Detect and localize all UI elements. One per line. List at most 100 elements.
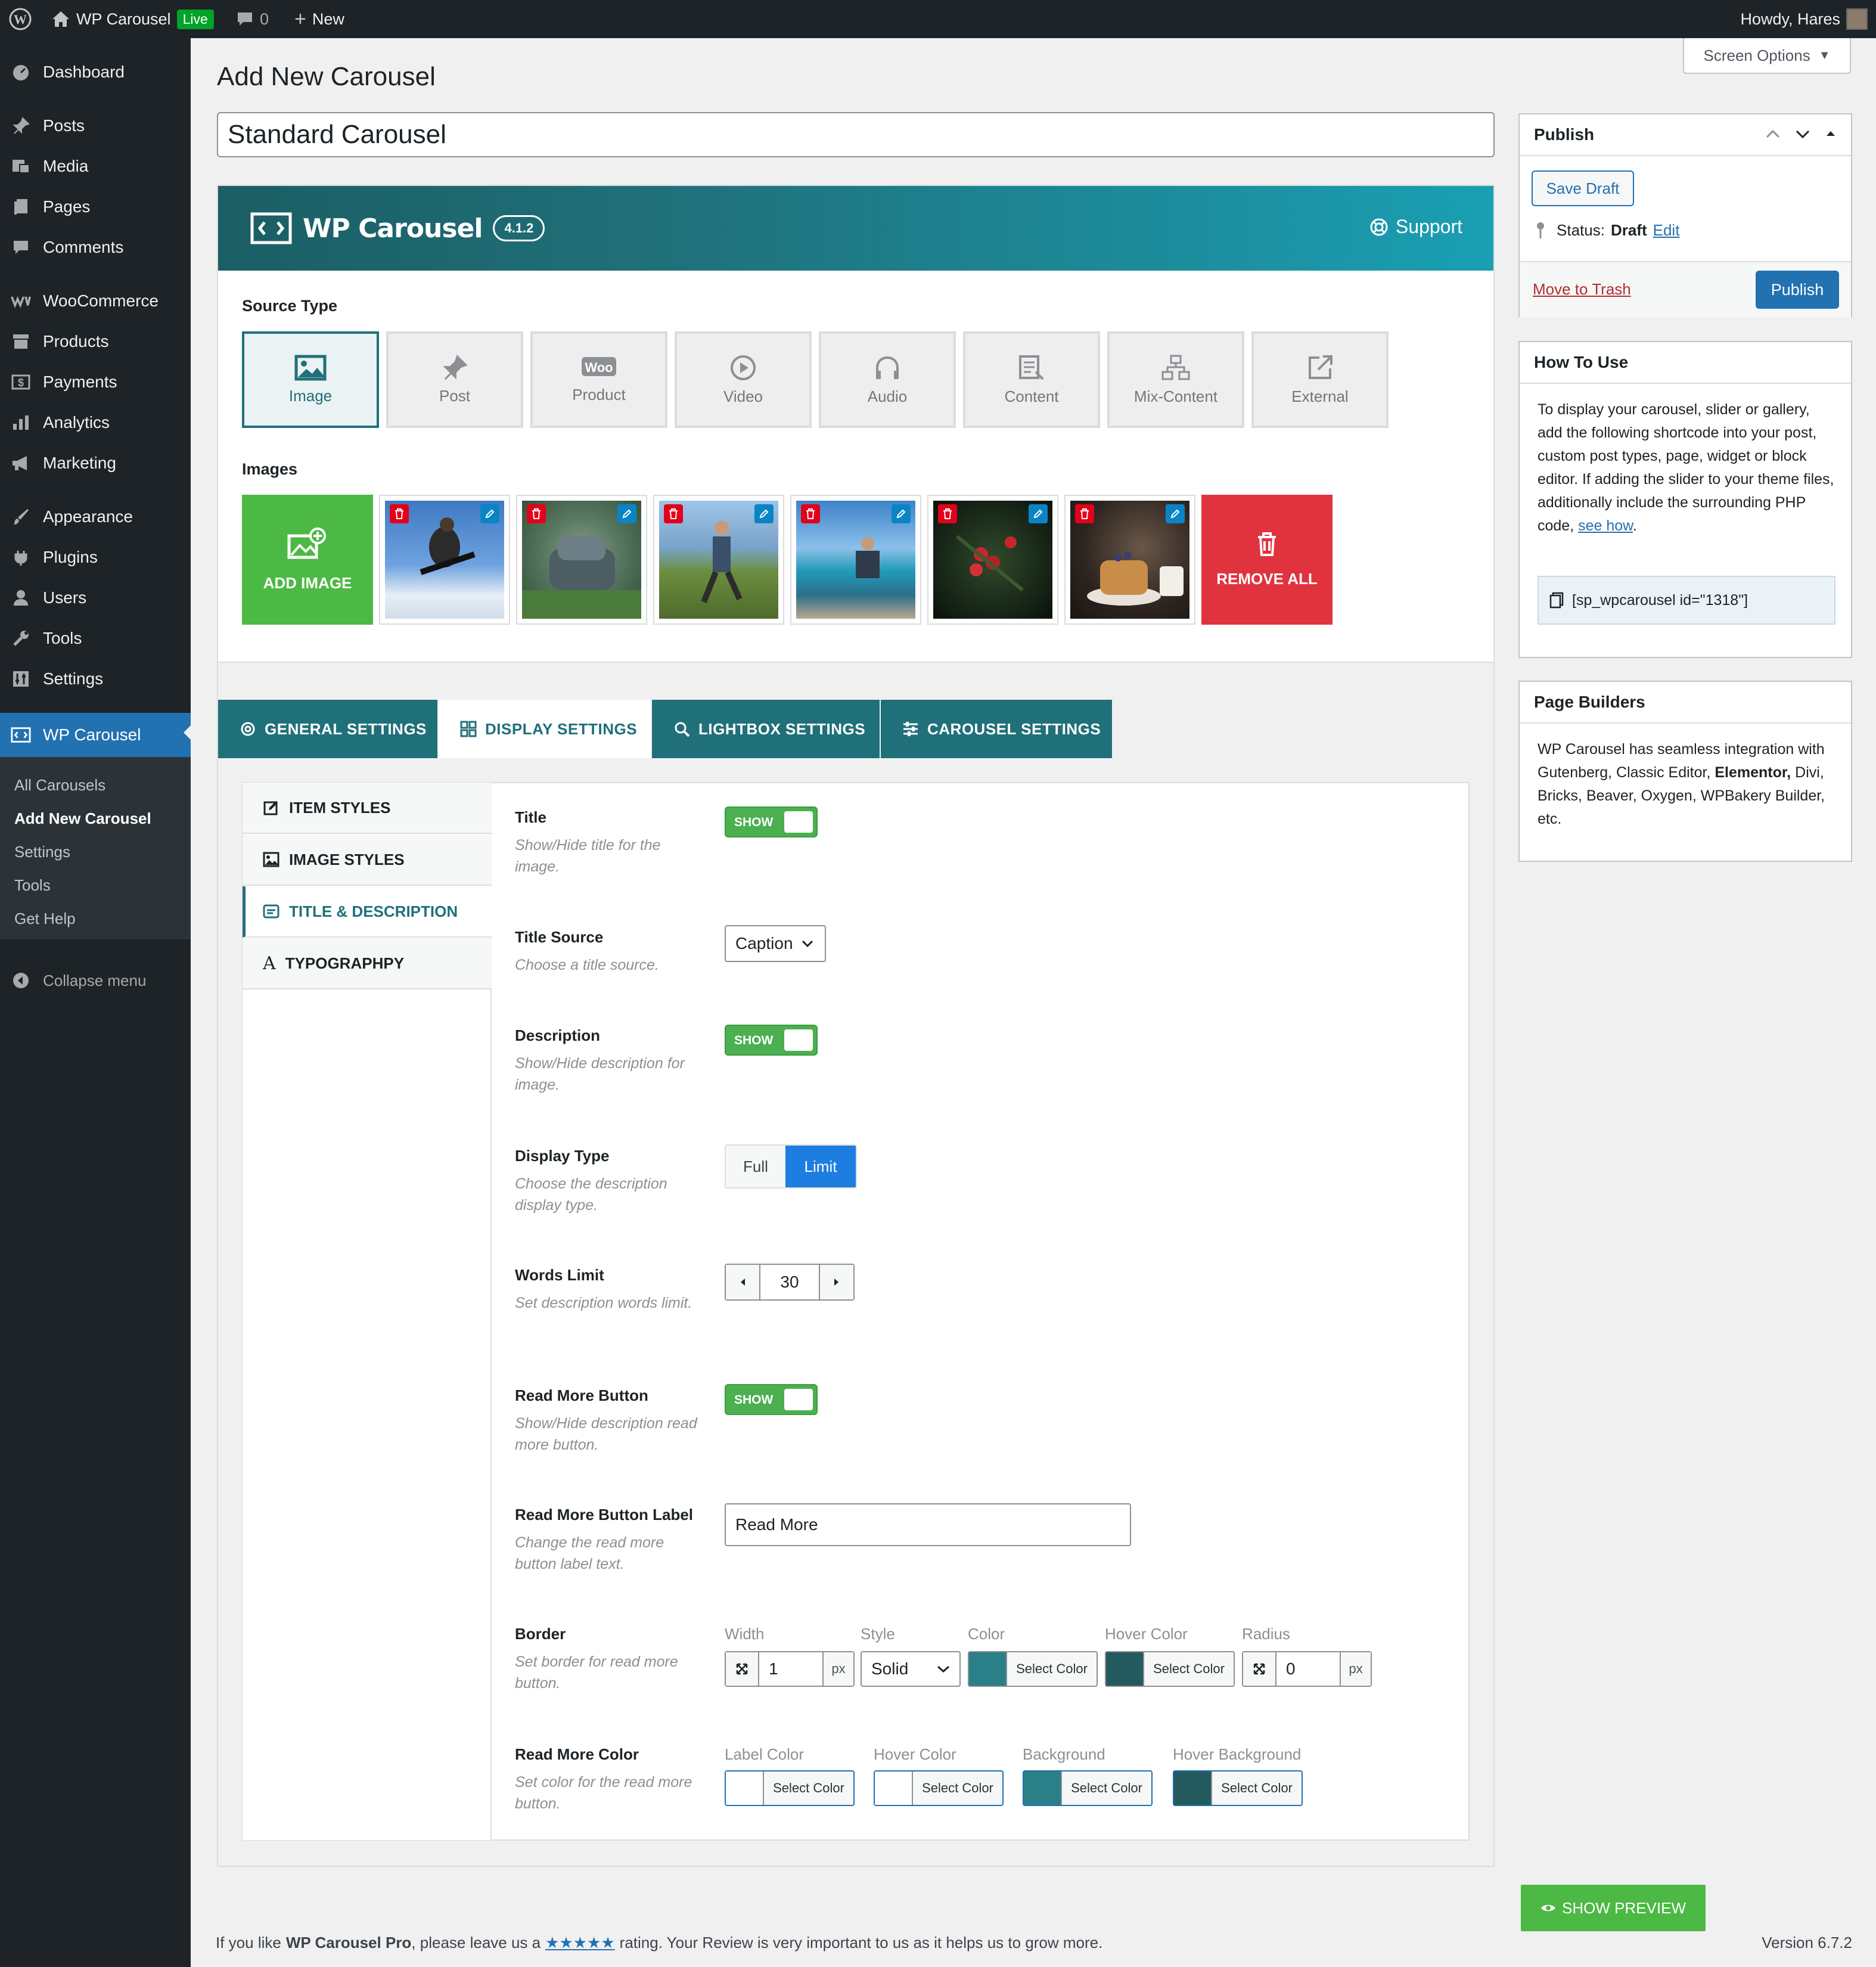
edit-image-icon[interactable] [1029,504,1048,523]
menu-dashboard[interactable]: Dashboard [0,52,191,92]
subtab-image-styles[interactable]: IMAGE STYLES [243,834,492,886]
page-title: Add New Carousel [217,62,436,91]
border-width-input[interactable]: 1 px [725,1651,855,1687]
delete-image-icon[interactable] [801,504,820,523]
image-thumbnail[interactable] [927,495,1058,625]
menu-comments[interactable]: Comments [0,228,191,267]
menu-appearance[interactable]: Appearance [0,497,191,536]
source-post-option[interactable]: Post [386,331,523,428]
remove-all-button[interactable]: REMOVE ALL [1201,495,1333,625]
screen-options-button[interactable]: Screen Options ▼ [1683,38,1851,74]
words-limit-input[interactable]: 30 [760,1265,819,1299]
add-image-button[interactable]: ADD IMAGE [242,495,373,625]
menu-plugins[interactable]: Plugins [0,538,191,577]
rating-stars-link[interactable]: ★★★★★ [545,1934,615,1952]
background-color-picker[interactable]: Select Color [1023,1770,1153,1806]
hover-color-picker[interactable]: Select Color [874,1770,1004,1806]
menu-marketing[interactable]: Marketing [0,443,191,483]
decrement-button[interactable] [726,1265,760,1299]
source-video-option[interactable]: Video [675,331,812,428]
menu-woocommerce[interactable]: WooCommerce [0,281,191,321]
caret-up-icon[interactable] [1825,126,1837,142]
edit-image-icon[interactable] [892,504,911,523]
border-radius-input[interactable]: 0 px [1242,1651,1372,1687]
title-source-select[interactable]: Caption [725,925,826,962]
source-external-option[interactable]: External [1251,331,1389,428]
tab-display-settings[interactable]: DISPLAY SETTINGS [439,700,651,758]
see-how-link[interactable]: see how [1578,517,1633,534]
menu-posts[interactable]: Posts [0,106,191,145]
tab-lightbox-settings[interactable]: LIGHTBOX SETTINGS [652,700,880,758]
image-thumbnail[interactable] [379,495,510,625]
site-name-link[interactable]: WP Carousel Live [51,0,214,38]
delete-image-icon[interactable] [390,504,409,523]
shortcode-box[interactable]: [sp_wpcarousel id="1318"] [1538,576,1835,625]
comments-link[interactable]: 0 [236,0,269,38]
hover-background-color-picker[interactable]: Select Color [1173,1770,1303,1806]
increment-button[interactable] [819,1265,853,1299]
image-thumbnail[interactable] [653,495,784,625]
collapse-menu-button[interactable]: Collapse menu [0,961,191,1000]
submenu-get-help[interactable]: Get Help [14,910,76,928]
publish-button[interactable]: Publish [1756,271,1839,309]
source-content-option[interactable]: Content [963,331,1100,428]
menu-analytics[interactable]: Analytics [0,403,191,442]
account-menu[interactable]: Howdy, Hares [1740,0,1868,38]
chevron-up-icon[interactable] [1765,126,1781,142]
new-content-link[interactable]: + New [294,0,344,38]
show-preview-button[interactable]: SHOW PREVIEW [1521,1885,1706,1931]
border-hover-color-picker[interactable]: Select Color [1105,1651,1235,1687]
source-audio-option[interactable]: Audio [819,331,956,428]
woo-icon [11,291,31,311]
border-style-select[interactable]: Solid [861,1651,961,1687]
tab-carousel-settings[interactable]: CAROUSEL SETTINGS [881,700,1112,758]
source-image-option[interactable]: Image [242,331,379,428]
edit-image-icon[interactable] [480,504,499,523]
edit-image-icon[interactable] [617,504,636,523]
support-link[interactable]: Support [1369,216,1462,238]
source-product-option[interactable]: Woo Product [530,331,667,428]
subtab-item-styles[interactable]: ITEM STYLES [243,783,492,834]
image-thumbnail[interactable] [790,495,921,625]
menu-users[interactable]: Users [0,578,191,618]
menu-tools[interactable]: Tools [0,619,191,658]
menu-wp-carousel[interactable]: WP Carousel [0,713,191,757]
edit-image-icon[interactable] [1166,504,1185,523]
tab-general-settings[interactable]: GENERAL SETTINGS [218,700,437,758]
display-type-full-button[interactable]: Full [726,1146,785,1187]
source-mix-content-option[interactable]: Mix-Content [1107,331,1244,428]
submenu-add-new-carousel[interactable]: Add New Carousel [14,809,151,828]
description-toggle[interactable]: SHOW [725,1025,818,1056]
delete-image-icon[interactable] [527,504,546,523]
menu-pages[interactable]: Pages [0,187,191,227]
subtab-title-description[interactable]: TITLE & DESCRIPTION [243,886,492,938]
menu-payments[interactable]: $ Payments [0,362,191,402]
menu-settings[interactable]: Settings [0,659,191,699]
image-thumbnail[interactable] [1064,495,1195,625]
subtab-typography[interactable]: A TYPOGRAPHPY [243,938,492,989]
read-more-toggle[interactable]: SHOW [725,1384,818,1415]
image-thumbnail[interactable] [516,495,647,625]
delete-image-icon[interactable] [1075,504,1094,523]
read-more-label-input[interactable]: Read More [725,1503,1131,1546]
submenu-all-carousels[interactable]: All Carousels [14,776,105,795]
move-to-trash-link[interactable]: Move to Trash [1533,280,1631,299]
delete-image-icon[interactable] [938,504,957,523]
edit-image-icon[interactable] [754,504,774,523]
label-color-picker[interactable]: Select Color [725,1770,855,1806]
display-type-limit-button[interactable]: Limit [785,1146,856,1187]
label-color-label: Label Color [725,1745,804,1763]
post-title-input[interactable]: Standard Carousel [217,112,1495,157]
border-color-picker[interactable]: Select Color [968,1651,1098,1687]
chevron-down-icon[interactable] [1795,126,1810,142]
menu-media[interactable]: Media [0,147,191,186]
menu-products[interactable]: Products [0,322,191,361]
wordpress-logo-icon[interactable]: W [8,0,32,38]
save-draft-button[interactable]: Save Draft [1532,170,1634,206]
edit-status-link[interactable]: Edit [1653,221,1680,240]
page-icon [11,197,31,217]
delete-image-icon[interactable] [664,504,683,523]
title-toggle[interactable]: SHOW [725,806,818,837]
submenu-settings[interactable]: Settings [14,843,70,861]
submenu-tools[interactable]: Tools [14,876,51,895]
